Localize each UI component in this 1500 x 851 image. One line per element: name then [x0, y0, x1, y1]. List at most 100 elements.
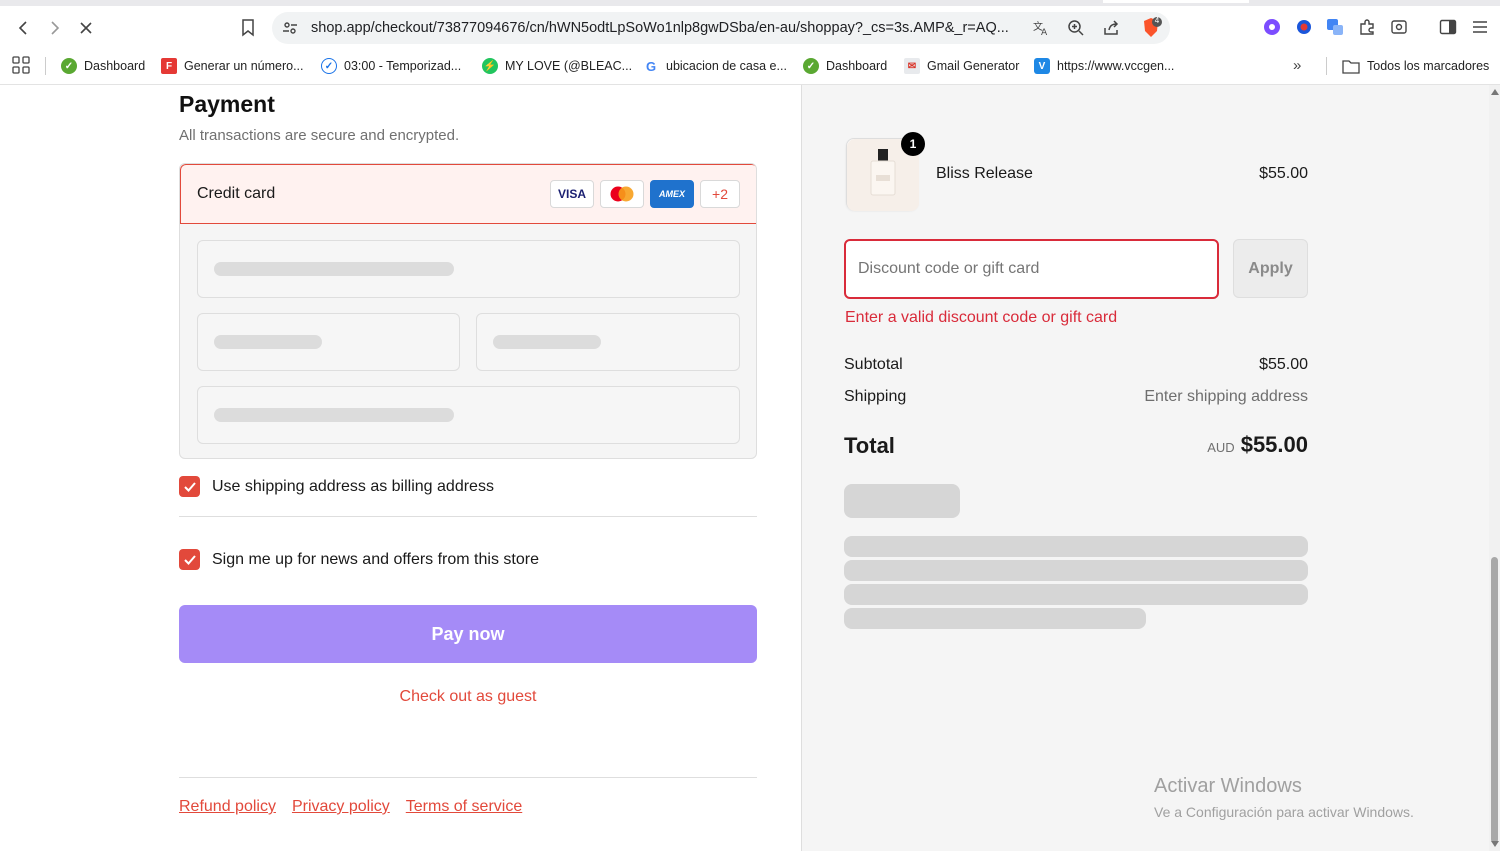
credit-card-label: Credit card	[197, 185, 276, 202]
watermark-subtitle: Ve a Configuración para activar Windows.	[1154, 804, 1414, 820]
scroll-down-icon[interactable]	[1491, 841, 1499, 847]
site-settings-icon[interactable]	[282, 20, 298, 41]
stop-loading-icon[interactable]	[74, 16, 98, 40]
dashboard-icon: ✓	[61, 58, 77, 74]
bookmark-temporizador[interactable]: ✓ 03:00 - Temporizad...	[321, 56, 461, 76]
bookmark-dashboard-2[interactable]: ✓ Dashboard	[803, 56, 887, 76]
quantity-badge: 1	[901, 132, 925, 156]
share-icon[interactable]	[1102, 19, 1120, 42]
divider	[179, 516, 757, 517]
active-tab[interactable]	[1103, 0, 1249, 3]
google-icon: G	[643, 58, 659, 74]
shield-badge-count: 4	[1154, 16, 1160, 25]
extension-translate-icon[interactable]	[1326, 18, 1344, 41]
folder-icon	[1342, 59, 1360, 74]
discount-code-input[interactable]	[844, 239, 1219, 299]
checkout-page: Payment All transactions are secure and …	[0, 85, 1500, 851]
security-code-field[interactable]	[476, 313, 740, 371]
extension-bug-icon[interactable]	[1295, 18, 1313, 41]
forward-icon[interactable]	[42, 16, 66, 40]
page-scrollbar[interactable]	[1489, 85, 1500, 851]
loading-skeleton	[214, 262, 454, 276]
billing-checkbox-label: Use shipping address as billing address	[212, 477, 494, 495]
bookmark-label: Gmail Generator	[927, 59, 1020, 73]
f-icon: F	[161, 58, 177, 74]
browser-toolbar: shop.app/checkout/73877094676/cn/hWN5odt…	[0, 6, 1500, 48]
subtotal-value: $55.00	[1259, 356, 1308, 373]
all-bookmarks-folder[interactable]: Todos los marcadores	[1342, 56, 1489, 76]
all-bookmarks-label: Todos los marcadores	[1367, 59, 1490, 73]
total-label: Total	[844, 433, 895, 458]
bolt-icon: ⚡	[482, 58, 498, 74]
loading-skeleton	[844, 536, 1308, 557]
windows-activation-watermark: Activar Windows Ve a Configuración para …	[1154, 775, 1414, 820]
loading-skeleton	[844, 584, 1308, 605]
apps-grid-icon[interactable]	[12, 56, 30, 79]
visa-icon: VISA	[550, 180, 594, 208]
total-value: $55.00	[1240, 432, 1308, 457]
product-price: $55.00	[1259, 165, 1308, 182]
gmail-icon: ✉	[904, 58, 920, 74]
expiry-field[interactable]	[197, 313, 460, 371]
newsletter-checkbox-row[interactable]: Sign me up for news and offers from this…	[179, 549, 539, 570]
scrollbar-thumb[interactable]	[1491, 557, 1498, 843]
newsletter-checkbox[interactable]	[179, 549, 200, 570]
subtotal-label: Subtotal	[844, 356, 903, 373]
back-icon[interactable]	[12, 16, 36, 40]
bookmark-my-love[interactable]: ⚡ MY LOVE (@BLEAC...	[482, 56, 632, 76]
bookmark-icon[interactable]	[236, 16, 260, 40]
shipping-label: Shipping	[844, 388, 907, 405]
more-cards-badge: +2	[700, 180, 740, 208]
privacy-policy-link[interactable]: Privacy policy	[292, 798, 390, 816]
billing-address-checkbox-row[interactable]: Use shipping address as billing address	[179, 476, 494, 497]
menu-icon[interactable]	[1471, 18, 1489, 41]
v-icon: V	[1034, 58, 1050, 74]
bookmark-ubicacion[interactable]: Gubicacion de casa e...	[643, 56, 787, 76]
mastercard-icon	[600, 180, 644, 208]
bookmark-label: 03:00 - Temporizad...	[344, 59, 462, 73]
bookmark-label: Dashboard	[84, 59, 146, 73]
extensions-puzzle-icon[interactable]	[1358, 18, 1376, 41]
loading-skeleton	[844, 608, 1146, 629]
extension-purple-icon[interactable]	[1263, 18, 1281, 41]
loading-skeleton	[214, 408, 454, 422]
shipping-value: Enter shipping address	[1144, 388, 1308, 405]
bookmark-gmail-generator[interactable]: ✉ Gmail Generator	[904, 56, 1019, 76]
brave-shield-icon[interactable]: 4	[1140, 16, 1162, 44]
url-text[interactable]: shop.app/checkout/73877094676/cn/hWN5odt…	[311, 20, 1009, 36]
sidebar-toggle-icon[interactable]	[1439, 18, 1457, 41]
bookmark-vccgen[interactable]: Vhttps://www.vccgen...	[1034, 56, 1174, 76]
discount-error-message: Enter a valid discount code or gift card	[845, 309, 1118, 326]
dashboard-icon: ✓	[803, 58, 819, 74]
scroll-up-icon[interactable]	[1491, 89, 1499, 95]
bookmark-dashboard-1[interactable]: ✓ Dashboard	[61, 56, 145, 76]
bookmark-generar[interactable]: F Generar un número...	[161, 56, 304, 76]
more-bookmarks-icon[interactable]: »	[1293, 57, 1301, 74]
loading-skeleton	[844, 484, 960, 518]
credit-card-option[interactable]: Credit card VISA AMEX +2	[180, 164, 756, 224]
refund-policy-link[interactable]: Refund policy	[179, 798, 276, 816]
bookmark-label: ubicacion de casa e...	[666, 59, 787, 73]
product-name: Bliss Release	[936, 165, 1033, 182]
cardholder-name-field[interactable]	[197, 386, 740, 444]
loading-skeleton	[214, 335, 322, 349]
zoom-icon[interactable]	[1067, 19, 1085, 42]
payment-title: Payment	[179, 91, 275, 117]
translate-icon[interactable]: 文A	[1032, 19, 1050, 42]
loading-skeleton	[493, 335, 601, 349]
checkout-as-guest-link[interactable]: Check out as guest	[179, 688, 757, 706]
newsletter-checkbox-label: Sign me up for news and offers from this…	[212, 550, 539, 568]
address-bar[interactable]: shop.app/checkout/73877094676/cn/hWN5odt…	[272, 12, 1170, 44]
svg-text:A: A	[1041, 28, 1048, 37]
wallet-icon[interactable]	[1390, 18, 1408, 41]
amex-icon: AMEX	[650, 180, 694, 208]
apply-discount-button[interactable]: Apply	[1233, 239, 1308, 298]
terms-of-service-link[interactable]: Terms of service	[406, 798, 522, 816]
total-amount: AUD $55.00	[1090, 432, 1308, 458]
bookmarks-divider	[45, 57, 46, 75]
bookmark-label: https://www.vccgen...	[1057, 59, 1175, 73]
card-number-field[interactable]	[197, 240, 740, 298]
payment-subtitle: All transactions are secure and encrypte…	[179, 127, 460, 144]
pay-now-button[interactable]: Pay now	[179, 605, 757, 663]
billing-checkbox[interactable]	[179, 476, 200, 497]
